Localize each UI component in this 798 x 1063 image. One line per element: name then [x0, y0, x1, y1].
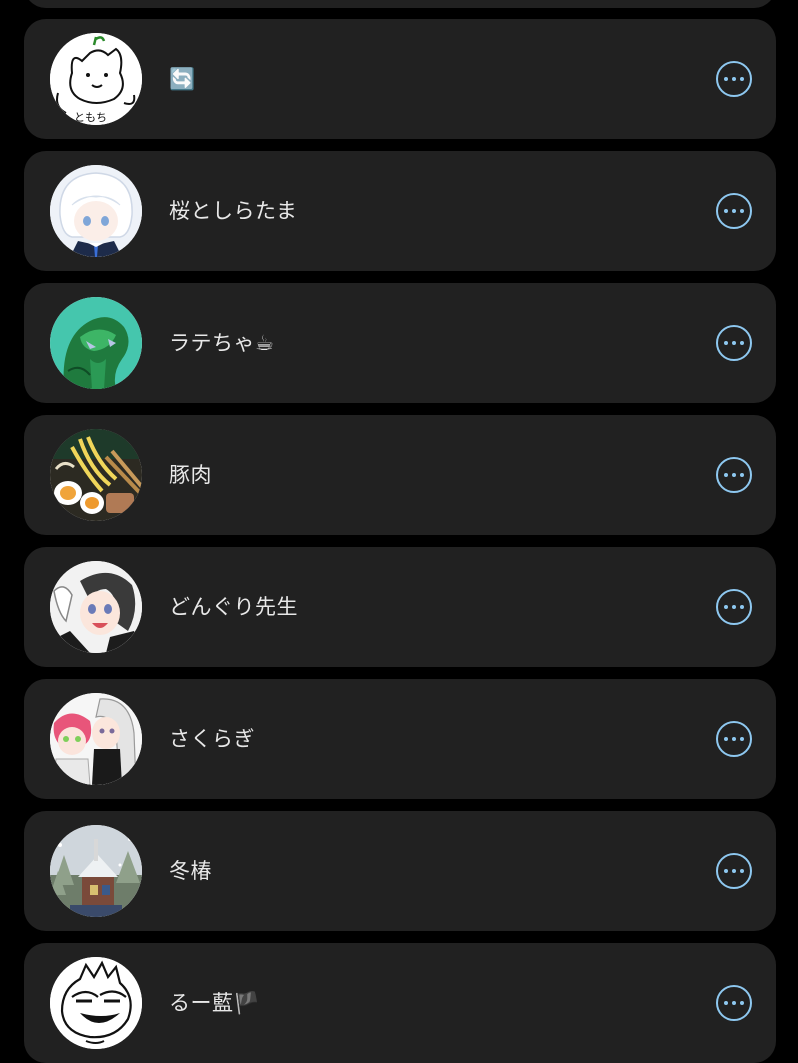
more-options-icon[interactable]: [716, 853, 752, 889]
user-card[interactable]: ラテちゃ☕: [24, 283, 776, 403]
user-name: さくらぎ: [169, 727, 255, 751]
more-options-icon[interactable]: [716, 325, 752, 361]
more-options-icon[interactable]: [716, 721, 752, 757]
user-card[interactable]: 豚肉: [24, 415, 776, 535]
user-name: 桜としらたま: [169, 199, 298, 223]
more-options-icon[interactable]: [716, 457, 752, 493]
anime-pink-hair-avatar-icon[interactable]: [50, 693, 142, 785]
more-options-icon[interactable]: [716, 193, 752, 229]
user-list: ともち 🔄 桜としらたま ラテちゃ☕ 豚肉 どんぐり先生 さくらぎ 冬椿 るー藍…: [0, 0, 798, 1063]
sketch-face-avatar-icon[interactable]: [50, 957, 142, 1049]
user-name: 豚肉: [169, 463, 212, 487]
user-name: 冬椿: [169, 859, 212, 883]
more-options-icon[interactable]: [716, 985, 752, 1021]
user-card[interactable]: どんぐり先生: [24, 547, 776, 667]
user-card[interactable]: 桜としらたま: [24, 151, 776, 271]
user-name: どんぐり先生: [169, 595, 298, 619]
more-options-icon[interactable]: [716, 589, 752, 625]
sketch-cat-avatar-icon[interactable]: ともち: [50, 33, 142, 125]
user-card[interactable]: るー藍🏴: [24, 943, 776, 1063]
user-card[interactable]: さくらぎ: [24, 679, 776, 799]
svg-text:ともち: ともち: [74, 111, 107, 124]
user-card[interactable]: 冬椿: [24, 811, 776, 931]
anime-grey-hair-avatar-icon[interactable]: [50, 561, 142, 653]
user-card-partial[interactable]: [24, 0, 776, 8]
more-options-icon[interactable]: [716, 61, 752, 97]
user-name: 🔄: [169, 67, 196, 91]
green-creature-avatar-icon[interactable]: [50, 297, 142, 389]
user-name: ラテちゃ☕: [169, 331, 275, 355]
ramen-bowl-avatar-icon[interactable]: [50, 429, 142, 521]
snowy-house-avatar-icon[interactable]: [50, 825, 142, 917]
anime-white-hair-avatar-icon[interactable]: [50, 165, 142, 257]
user-name: るー藍🏴: [169, 991, 261, 1015]
user-card[interactable]: ともち 🔄: [24, 19, 776, 139]
